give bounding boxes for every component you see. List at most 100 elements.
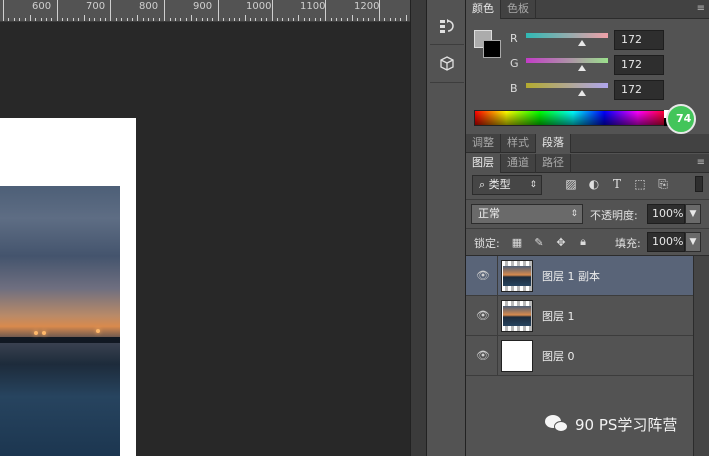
filter-type-icon[interactable]: T: [609, 176, 625, 192]
green-slider[interactable]: [526, 58, 608, 63]
blue-slider-thumb[interactable]: [578, 90, 586, 96]
ruler-tick: [201, 18, 203, 21]
lock-move-icon[interactable]: ✥: [554, 235, 568, 249]
layer-name[interactable]: 图层 1: [542, 308, 575, 324]
lock-paint-brush-icon[interactable]: ✎: [532, 235, 546, 249]
horizontal-ruler: 600 700 800 900 1000 1100 1200: [0, 0, 410, 22]
lock-all-icon[interactable]: 🔒︎: [576, 235, 590, 249]
ruler-tick: [29, 15, 31, 21]
color-spectrum-bar[interactable]: [474, 110, 672, 126]
ruler-tick: [373, 18, 375, 21]
tab-channels[interactable]: 通道: [501, 154, 536, 173]
filter-adjustment-icon[interactable]: ◐: [586, 176, 602, 192]
layer-row[interactable]: 👁︎ 图层 1: [466, 296, 693, 336]
fill-dropdown-button[interactable]: ▼: [685, 232, 701, 252]
layer-row[interactable]: 👁︎ 图层 0: [466, 336, 693, 376]
filter-smartobject-icon[interactable]: ⎘: [655, 176, 671, 192]
ruler-tick: [357, 18, 359, 21]
background-color-swatch[interactable]: [483, 40, 501, 58]
chevron-down-icon: ▼: [689, 237, 697, 247]
document-canvas-area[interactable]: 600 700 800 900 1000 1100 1200: [0, 0, 426, 456]
photo-light: [42, 331, 46, 335]
blend-mode-dropdown[interactable]: 正常 ⇕: [471, 204, 583, 224]
ruler-label: 1200: [354, 1, 380, 12]
green-value-field[interactable]: 172: [614, 55, 664, 75]
ruler-tick: [185, 18, 187, 21]
layer-filter-value: 类型: [488, 178, 511, 191]
ruler-tick: [335, 18, 337, 21]
ruler-tick: [346, 18, 348, 21]
channel-label-r: R: [510, 32, 518, 45]
ruler-tick: [46, 18, 47, 21]
canvas-vertical-scrollbar[interactable]: [410, 0, 426, 456]
ruler-tick: [287, 18, 289, 21]
3d-panel-button[interactable]: [435, 52, 459, 76]
tab-color[interactable]: 颜色: [466, 0, 501, 19]
tab-adjustments[interactable]: 调整: [466, 134, 501, 153]
wechat-icon: [545, 415, 569, 433]
opacity-label: 不透明度:: [590, 209, 638, 222]
tab-styles[interactable]: 样式: [501, 134, 536, 153]
layers-panel-menu-icon[interactable]: ≡: [697, 157, 705, 168]
green-slider-thumb[interactable]: [578, 65, 586, 71]
ruler-tick: [303, 18, 305, 21]
right-panels: 颜色 色板 ≡ R 172 G 172 B 172 74 调整 样式 段落 图层…: [466, 0, 709, 456]
layers-scrollbar[interactable]: [693, 256, 709, 456]
eye-icon[interactable]: 👁︎: [474, 348, 492, 362]
ruler-tick: [266, 18, 268, 21]
layer-thumbnail: [501, 260, 533, 292]
ruler-tick: [142, 18, 144, 21]
cube-icon: [440, 56, 454, 71]
history-panel-button[interactable]: [435, 14, 459, 38]
blue-value-field[interactable]: 172: [614, 80, 664, 100]
red-slider[interactable]: [526, 33, 608, 38]
ruler-tick: [341, 18, 343, 21]
ruler-tick: [250, 18, 251, 21]
ruler-tick: [378, 0, 380, 21]
divider: [497, 256, 498, 296]
layer-row[interactable]: 👁︎ 图层 1 副本: [466, 256, 693, 296]
ruler-tick: [260, 18, 262, 21]
eye-icon[interactable]: 👁︎: [474, 308, 492, 322]
ruler-tick: [400, 18, 402, 21]
eye-icon[interactable]: 👁︎: [474, 268, 492, 282]
ruler-tick: [207, 18, 209, 21]
ruler-tick: [174, 18, 176, 21]
ruler-tick: [131, 18, 133, 21]
ruler-tick: [330, 18, 332, 21]
tab-layers[interactable]: 图层: [466, 154, 501, 173]
channel-label-g: G: [510, 57, 519, 70]
ruler-tick: [158, 18, 160, 21]
ruler-tick: [99, 18, 101, 21]
ruler-tick: [233, 18, 235, 21]
layer-name[interactable]: 图层 0: [542, 348, 575, 364]
photo-light: [96, 329, 100, 333]
filter-shape-icon[interactable]: ⬚: [632, 176, 648, 192]
red-slider-thumb[interactable]: [578, 40, 586, 46]
strip-divider: [430, 44, 464, 45]
layer-name[interactable]: 图层 1 副本: [542, 268, 600, 284]
ruler-tick: [105, 18, 106, 21]
tab-swatches[interactable]: 色板: [501, 0, 536, 19]
fill-field[interactable]: 100%: [647, 232, 685, 252]
opacity-field[interactable]: 100%: [647, 204, 685, 224]
ruler-tick: [395, 18, 396, 21]
tab-paragraph[interactable]: 段落: [536, 134, 571, 153]
ruler-tick: [24, 18, 26, 21]
opacity-dropdown-button[interactable]: ▼: [685, 204, 701, 224]
ruler-tick: [228, 18, 230, 21]
blue-slider[interactable]: [526, 83, 608, 88]
layer-filter-dropdown[interactable]: ⌕ 类型 ⇕: [472, 175, 542, 195]
filter-pixel-icon[interactable]: ▨: [563, 176, 579, 192]
history-icon: [440, 19, 454, 33]
ruler-tick: [244, 15, 246, 21]
red-value-field[interactable]: 172: [614, 30, 664, 50]
filter-toggle-switch[interactable]: [695, 176, 703, 192]
panel-menu-icon[interactable]: ≡: [697, 3, 705, 14]
ruler-tick: [137, 15, 139, 21]
chevron-updown-icon: ⇕: [570, 209, 578, 219]
lock-transparent-icon[interactable]: ▦: [510, 235, 524, 249]
tab-paths[interactable]: 路径: [536, 154, 571, 173]
ruler-tick: [115, 18, 117, 21]
blend-mode-value: 正常: [478, 207, 500, 220]
